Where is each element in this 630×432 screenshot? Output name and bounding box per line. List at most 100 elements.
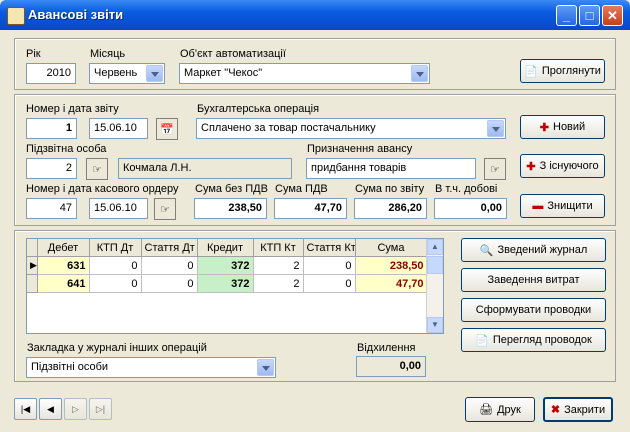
grid-col-header[interactable]: Сума bbox=[355, 239, 428, 257]
form-entries-button[interactable]: Сформувати проводки bbox=[461, 298, 606, 322]
report-number-field[interactable]: 1 bbox=[26, 118, 77, 139]
minus-icon: ▬ bbox=[532, 200, 544, 212]
chevron-down-icon[interactable] bbox=[146, 65, 163, 82]
credit-cell[interactable]: 372 bbox=[197, 274, 254, 293]
expenses-button-label: Заведення витрат bbox=[487, 274, 580, 286]
calendar-icon: 📅 bbox=[160, 123, 174, 136]
sum-cell[interactable]: 238,50 bbox=[355, 256, 428, 275]
vat-field[interactable]: 47,70 bbox=[274, 198, 347, 219]
journal-button[interactable]: 🔍 Зведений журнал bbox=[461, 238, 606, 262]
form-entries-button-label: Сформувати проводки bbox=[475, 304, 592, 316]
grid-cell[interactable]: 0 bbox=[303, 256, 356, 275]
minimize-button[interactable]: _ bbox=[556, 5, 577, 26]
prev-record-button[interactable]: ◀ bbox=[39, 398, 62, 420]
person-lookup-button[interactable]: ☞ bbox=[86, 158, 108, 180]
sum-report-label: Сума по звіту bbox=[355, 183, 425, 195]
sum-report-field[interactable]: 286,20 bbox=[354, 198, 427, 219]
new-button-label: Новий bbox=[553, 121, 586, 133]
printer-icon: 🖨 bbox=[479, 404, 494, 416]
scroll-thumb[interactable] bbox=[427, 256, 443, 274]
delete-button[interactable]: ▬ Знищити bbox=[520, 194, 605, 218]
debit-cell[interactable]: 631 bbox=[37, 256, 90, 275]
row-pointer-icon: ▶ bbox=[27, 256, 38, 275]
table-row[interactable]: ▶ 631 0 0 372 2 0 238,50 bbox=[27, 256, 428, 275]
scroll-up-icon[interactable]: ▲ bbox=[427, 239, 443, 255]
chevron-down-icon[interactable] bbox=[487, 120, 504, 137]
cash-order-lookup-button[interactable]: ☞ bbox=[154, 198, 176, 220]
view-doc-icon: 📄 bbox=[475, 334, 489, 347]
cash-order-number-field[interactable]: 47 bbox=[26, 198, 77, 219]
object-select[interactable]: Маркет "Чекос" bbox=[179, 63, 430, 84]
magnifier-doc-icon: 🔍 bbox=[479, 244, 494, 257]
close-window-button[interactable]: ✕ bbox=[602, 5, 623, 26]
table-row[interactable]: 641 0 0 372 2 0 47,70 bbox=[27, 274, 428, 293]
object-label: Об'єкт автоматизації bbox=[180, 48, 286, 60]
from-existing-button[interactable]: ✚ З існуючого bbox=[520, 154, 605, 178]
report-date-field[interactable]: 15.06.10 bbox=[89, 118, 148, 139]
title-bar[interactable]: Авансові звіти _ □ ✕ bbox=[0, 0, 630, 30]
row-indicator bbox=[27, 274, 38, 293]
last-icon: ▷| bbox=[95, 403, 106, 414]
print-button[interactable]: 🖨 Друк bbox=[465, 397, 535, 422]
bookmark-select[interactable]: Підзвітні особи bbox=[26, 357, 276, 378]
grid-col-header[interactable]: КТП Дт bbox=[89, 239, 142, 257]
report-number-date-label: Номер і дата звіту bbox=[26, 103, 119, 115]
next-record-button[interactable]: ▷ bbox=[64, 398, 87, 420]
grid-col-header[interactable]: Стаття Дт bbox=[141, 239, 198, 257]
from-existing-button-label: З існуючого bbox=[539, 160, 599, 172]
first-icon: |◀ bbox=[20, 403, 31, 414]
window-title: Авансові звіти bbox=[28, 7, 124, 22]
close-x-icon: ✖ bbox=[550, 404, 561, 416]
credit-cell[interactable]: 372 bbox=[197, 256, 254, 275]
year-field[interactable]: 2010 bbox=[26, 63, 76, 84]
purpose-field[interactable]: придбання товарів bbox=[306, 158, 476, 179]
grid-cell[interactable]: 2 bbox=[253, 274, 304, 293]
debit-cell[interactable]: 641 bbox=[37, 274, 90, 293]
hand-pointer-icon: ☞ bbox=[160, 203, 170, 216]
close-button[interactable]: ✖ Закрити bbox=[543, 397, 613, 422]
next-icon: ▷ bbox=[72, 403, 79, 414]
cash-order-date-field[interactable]: 15.06.10 bbox=[89, 198, 148, 219]
view-button-label: Проглянути bbox=[541, 65, 601, 77]
chevron-down-icon[interactable] bbox=[257, 359, 274, 376]
vat-label: Сума ПДВ bbox=[275, 183, 328, 195]
grid-cell[interactable]: 2 bbox=[253, 256, 304, 275]
purpose-lookup-button[interactable]: ☞ bbox=[484, 158, 506, 180]
person-code-field[interactable]: 2 bbox=[26, 158, 77, 179]
chevron-down-icon[interactable] bbox=[411, 65, 428, 82]
view-entries-button[interactable]: 📄 Перегляд проводок bbox=[461, 328, 606, 352]
grid-col-header[interactable]: Кредит bbox=[197, 239, 254, 257]
grid-col-header[interactable]: Стаття Кт bbox=[303, 239, 356, 257]
grid-col-header[interactable]: Дебет bbox=[37, 239, 90, 257]
view-entries-button-label: Перегляд проводок bbox=[492, 334, 592, 346]
operation-value: Сплачено за товар постачальнику bbox=[201, 122, 376, 134]
grid-header-row: Дебет КТП Дт Стаття Дт Кредит КТП Кт Ста… bbox=[27, 239, 428, 257]
calendar-button[interactable]: 📅 bbox=[156, 118, 178, 140]
expenses-button[interactable]: Заведення витрат bbox=[461, 268, 606, 292]
grid-col-header[interactable]: КТП Кт bbox=[253, 239, 304, 257]
grid-cell[interactable]: 0 bbox=[303, 274, 356, 293]
app-icon bbox=[7, 7, 25, 25]
grid-cell[interactable]: 0 bbox=[89, 256, 142, 275]
view-button[interactable]: 📄 Проглянути bbox=[520, 59, 605, 83]
entries-grid: Дебет КТП Дт Стаття Дт Кредит КТП Кт Ста… bbox=[26, 238, 444, 334]
daily-field[interactable]: 0,00 bbox=[434, 198, 507, 219]
month-select[interactable]: Червень bbox=[89, 63, 165, 84]
hand-pointer-icon: ☞ bbox=[92, 163, 102, 176]
month-label: Місяць bbox=[90, 48, 126, 60]
grid-cell[interactable]: 0 bbox=[89, 274, 142, 293]
plus-icon: ✚ bbox=[526, 160, 536, 173]
maximize-button[interactable]: □ bbox=[579, 5, 600, 26]
grid-cell[interactable]: 0 bbox=[141, 274, 198, 293]
scroll-down-icon[interactable]: ▼ bbox=[427, 317, 443, 333]
operation-select[interactable]: Сплачено за товар постачальнику bbox=[196, 118, 506, 139]
new-button[interactable]: ✚ Новий bbox=[520, 115, 605, 139]
grid-cell[interactable]: 0 bbox=[141, 256, 198, 275]
first-record-button[interactable]: |◀ bbox=[14, 398, 37, 420]
sum-no-vat-field[interactable]: 238,50 bbox=[194, 198, 267, 219]
deviation-field: 0,00 bbox=[356, 356, 426, 377]
close-icon: ✕ bbox=[607, 8, 618, 23]
grid-scrollbar[interactable]: ▲ ▼ bbox=[426, 239, 443, 333]
sum-cell[interactable]: 47,70 bbox=[355, 274, 428, 293]
last-record-button[interactable]: ▷| bbox=[89, 398, 112, 420]
